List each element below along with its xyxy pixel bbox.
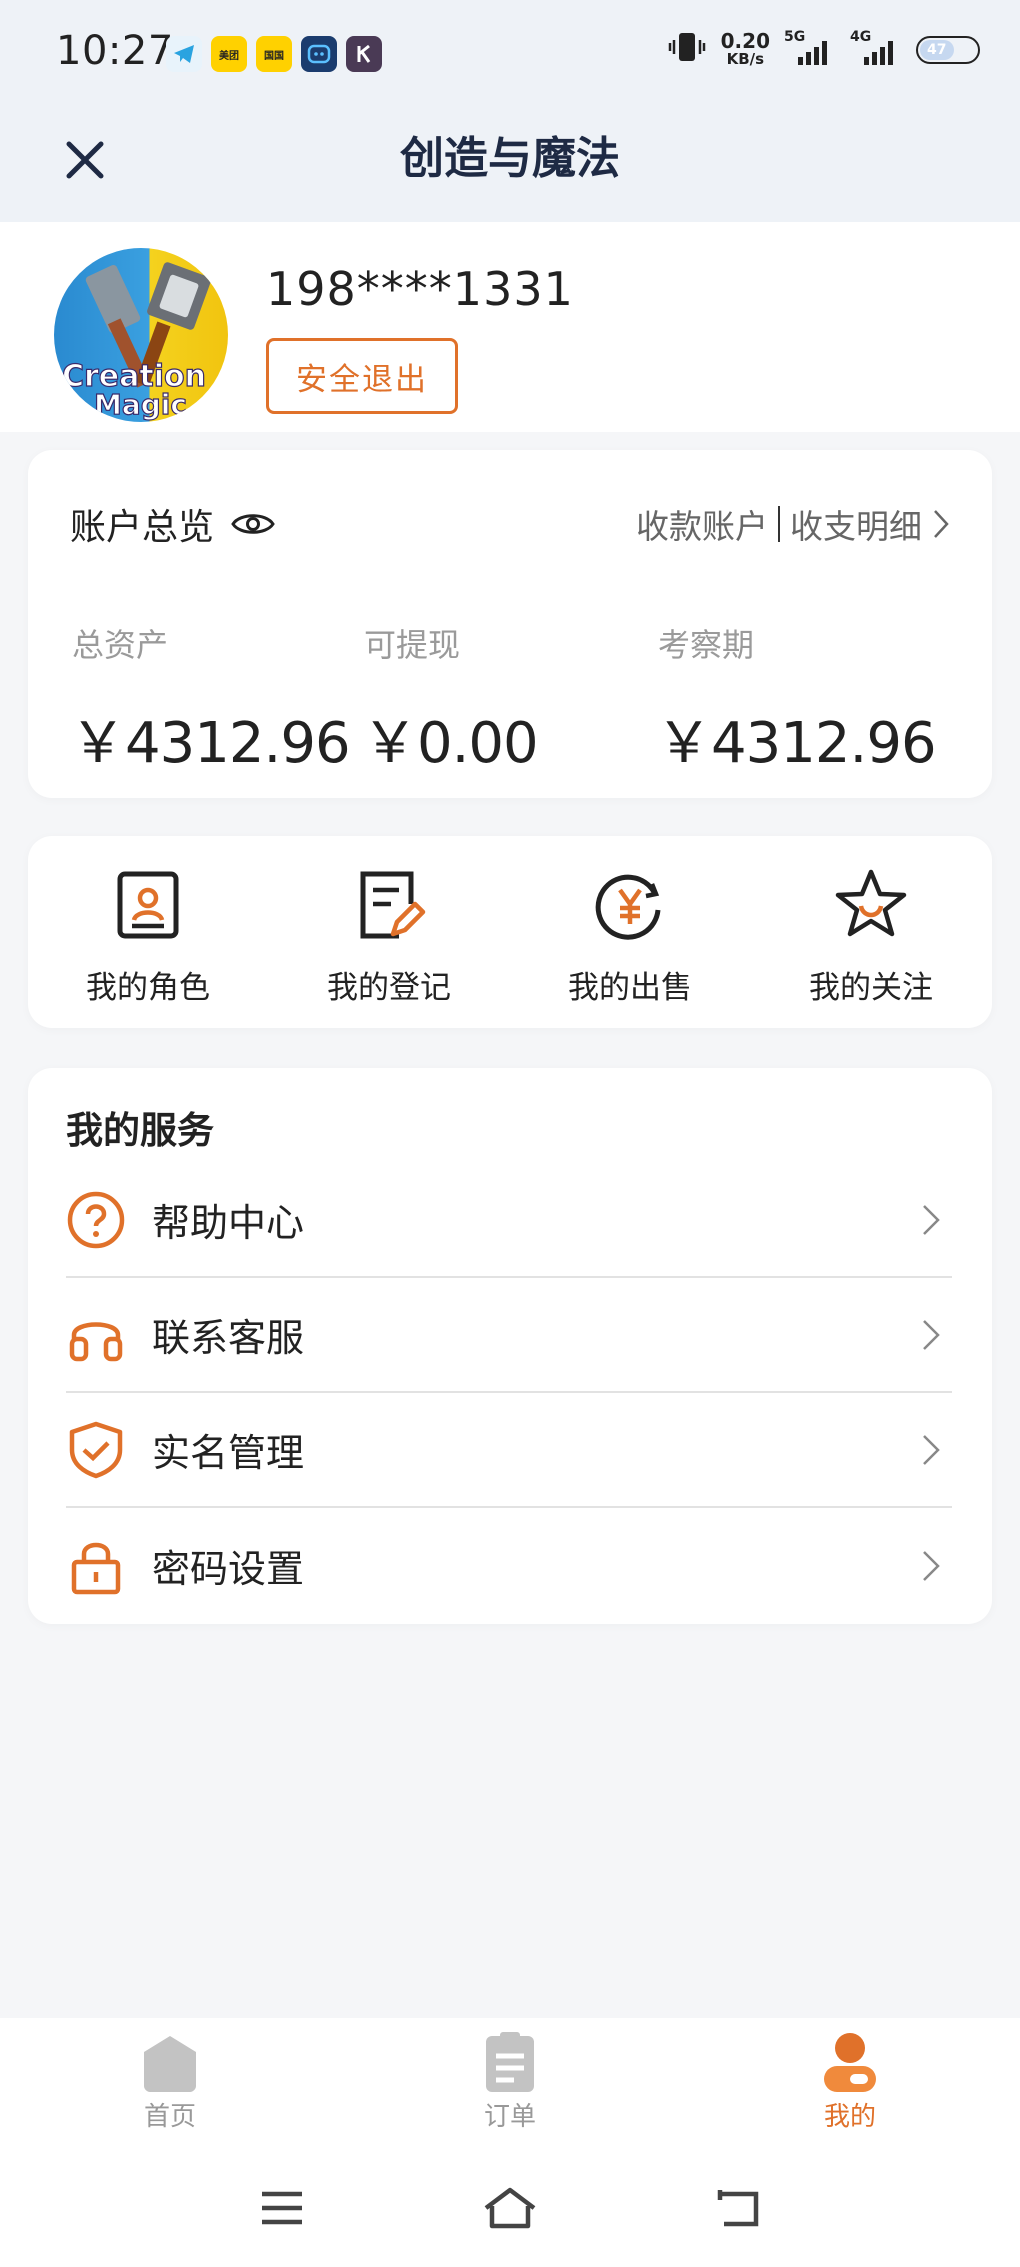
service-label: 实名管理 — [152, 1431, 305, 1475]
stat-label: 可提现 — [364, 626, 461, 664]
tab-mine[interactable]: 我的 — [790, 2030, 910, 2133]
headset-icon — [69, 1321, 123, 1361]
quick-actions-card: 我的角色 我的登记 我的出售 我的关注 — [28, 836, 992, 1028]
net-speed-unit: KB/s — [726, 49, 765, 68]
quick-action-my-roles[interactable]: 我的角色 — [68, 866, 228, 1007]
menu-icon — [262, 2191, 302, 2225]
vibrate-icon — [667, 30, 707, 69]
back-icon — [717, 2190, 759, 2227]
tab-home[interactable]: 首页 — [110, 2030, 230, 2133]
tab-orders[interactable]: 订单 — [450, 2030, 570, 2133]
stat-probation: 考察期 ￥4312.96 — [656, 620, 937, 779]
tab-label: 订单 — [483, 2102, 536, 2132]
home-button[interactable] — [478, 2176, 542, 2240]
system-nav-bar — [0, 2148, 1020, 2267]
avatar[interactable]: Creation Magic — [54, 248, 228, 422]
home-outline-icon — [484, 2187, 536, 2229]
menu-button[interactable] — [250, 2176, 314, 2240]
home-icon — [144, 2036, 196, 2092]
order-icon — [486, 2032, 534, 2092]
stat-withdrawable: 可提现 ￥0.00 — [362, 620, 539, 779]
profile-header: Creation Magic 198****1331 安全退出 — [0, 222, 1020, 432]
app-icon: 国国 — [256, 36, 292, 72]
back-button[interactable] — [706, 2176, 770, 2240]
bottom-tab-bar: 首页 订单 我的 — [0, 2018, 1020, 2148]
quick-action-my-registrations[interactable]: 我的登记 — [309, 866, 469, 1007]
register-edit-icon — [360, 871, 426, 939]
chevron-right-icon[interactable] — [932, 508, 950, 540]
account-overview-header: 账户总览 — [70, 498, 276, 550]
chevron-right-icon — [923, 1550, 940, 1581]
tab-label: 首页 — [143, 2102, 196, 2132]
lock-icon — [71, 1542, 121, 1594]
chevron-right-icon — [923, 1434, 940, 1465]
avatar-text-magic: Magic — [94, 388, 187, 421]
net-speed-value: 0.20 — [720, 28, 770, 53]
quick-action-label: 我的出售 — [568, 970, 692, 1006]
signal-4g-label: 4G — [850, 28, 872, 45]
status-time: 10:27 — [56, 28, 174, 74]
telegram-icon — [166, 36, 202, 72]
stat-total-assets: 总资产 ￥4312.96 — [70, 620, 351, 779]
meituan-icon: 美团 — [211, 36, 247, 72]
quick-action-my-sales[interactable]: 我的出售 — [550, 866, 710, 1007]
help-icon — [67, 1191, 125, 1248]
chevron-right-icon — [923, 1204, 940, 1235]
eye-icon[interactable] — [230, 509, 276, 539]
role-card-icon — [117, 871, 179, 939]
star-icon — [835, 869, 907, 937]
service-label: 联系客服 — [152, 1316, 305, 1360]
logout-button[interactable]: 安全退出 — [266, 338, 458, 414]
app-icon — [301, 36, 337, 72]
account-links: 收款账户 收支明细 — [636, 500, 950, 548]
service-contact-support[interactable]: 联系客服 — [66, 1278, 952, 1393]
chevron-right-icon — [923, 1319, 940, 1350]
net-speed: 0.20 KB/s — [720, 28, 770, 68]
quick-action-label: 我的登记 — [327, 970, 451, 1006]
quick-action-my-follows[interactable]: 我的关注 — [791, 866, 951, 1007]
nav-bar: 创造与魔法 — [0, 110, 1020, 222]
sell-yen-icon — [595, 874, 661, 940]
stat-value: ￥4312.96 — [656, 711, 937, 776]
service-help-center[interactable]: 帮助中心 — [66, 1163, 952, 1278]
k-app-icon — [346, 36, 382, 72]
services-card: 我的服务 帮助中心 联系客服 实名管理 密码设置 — [28, 1068, 992, 1624]
signal-5g-icon: 5G — [784, 29, 836, 65]
stat-label: 总资产 — [72, 626, 169, 664]
user-phone: 198****1331 — [266, 262, 574, 316]
user-icon — [824, 2033, 876, 2092]
status-indicators: 0.20 KB/s 5G 4G 47 — [667, 28, 980, 69]
service-label: 帮助中心 — [152, 1201, 305, 1245]
transaction-details-link[interactable]: 收支明细 — [790, 500, 922, 548]
status-bar: 10:27 美团 国国 0.20 KB/s 5G 4G 47 — [0, 0, 1020, 110]
divider — [778, 506, 780, 542]
services-title: 我的服务 — [66, 1109, 214, 1152]
service-label: 密码设置 — [152, 1547, 305, 1591]
service-real-name[interactable]: 实名管理 — [66, 1393, 952, 1508]
signal-5g-label: 5G — [784, 28, 806, 45]
battery-icon: 47 — [916, 35, 980, 64]
page-title: 创造与魔法 — [400, 133, 620, 184]
quick-action-label: 我的角色 — [86, 970, 210, 1006]
payee-account-link[interactable]: 收款账户 — [636, 500, 768, 548]
quick-action-label: 我的关注 — [809, 970, 933, 1006]
tab-label: 我的 — [823, 2102, 876, 2132]
account-overview-card: 账户总览 收款账户 收支明细 总资产 ￥4312.96 可提现 ￥0.00 考察… — [28, 450, 992, 798]
service-password-settings[interactable]: 密码设置 — [66, 1508, 952, 1623]
stat-value: ￥0.00 — [362, 711, 539, 776]
signal-4g-icon: 4G — [850, 29, 902, 65]
battery-level: 47 — [920, 39, 954, 60]
notification-icons: 美团 国国 — [166, 36, 382, 72]
stat-value: ￥4312.96 — [70, 711, 351, 776]
shield-check-icon — [69, 1421, 123, 1478]
stat-label: 考察期 — [658, 626, 755, 664]
account-overview-title: 账户总览 — [70, 507, 215, 548]
